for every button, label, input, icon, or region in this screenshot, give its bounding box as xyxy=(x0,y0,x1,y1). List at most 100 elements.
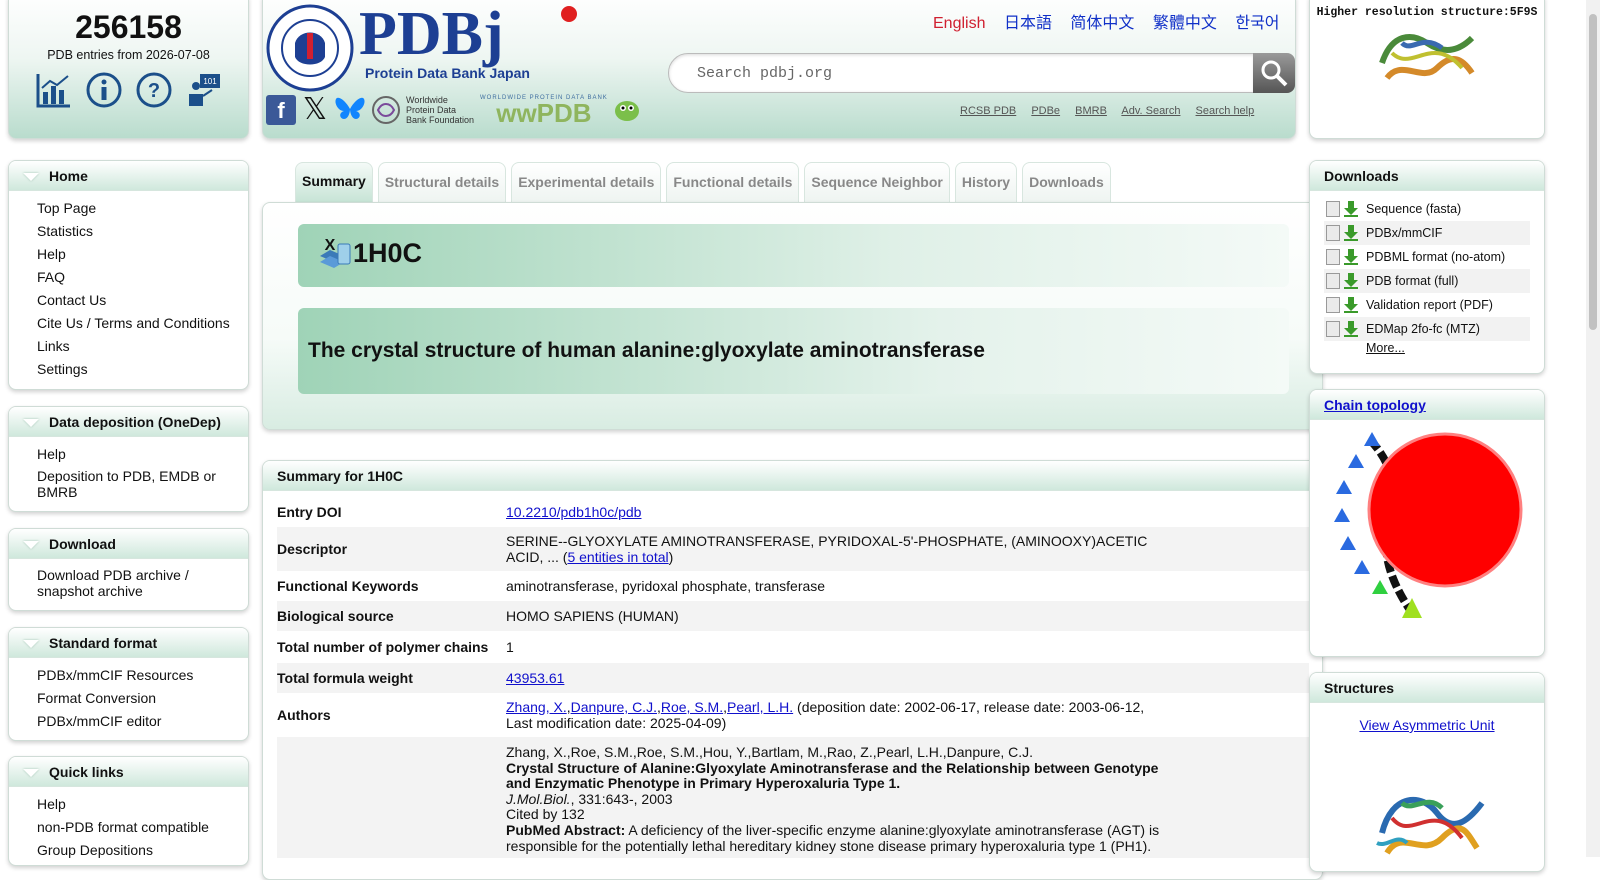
file-preview-icon[interactable] xyxy=(1326,249,1340,265)
collapse-triangle-icon[interactable] xyxy=(23,419,39,428)
link-search-help[interactable]: Search help xyxy=(1196,105,1255,117)
nav-deposition-help[interactable]: Help xyxy=(37,443,248,466)
collapse-triangle-icon[interactable] xyxy=(23,541,39,550)
tab-functional-details[interactable]: Functional details xyxy=(666,162,800,202)
nav-contact-us[interactable]: Contact Us xyxy=(37,289,248,312)
file-preview-icon[interactable] xyxy=(1326,297,1340,313)
author-link[interactable]: Zhang, X. xyxy=(506,699,567,715)
nav-top-page[interactable]: Top Page xyxy=(37,197,248,220)
download-row[interactable]: EDMap 2fo-fc (MTZ) xyxy=(1324,317,1530,341)
statistics-chart-icon[interactable] xyxy=(36,72,72,108)
download-row[interactable]: PDBML format (no-atom) xyxy=(1324,245,1530,269)
nav-download-archive[interactable]: Download PDB archive / snapshot archive xyxy=(37,565,248,601)
entry-doi-link[interactable]: 10.2210/pdb1h0c/pdb xyxy=(506,504,641,520)
help-question-icon[interactable]: ? xyxy=(136,72,172,108)
file-preview-icon[interactable] xyxy=(1326,225,1340,241)
nav-non-pdb-format[interactable]: non-PDB format compatible xyxy=(37,816,248,839)
author-link[interactable]: Roe, S.M. xyxy=(661,699,723,715)
tab-summary[interactable]: Summary xyxy=(295,162,373,202)
download-row[interactable]: Sequence (fasta) xyxy=(1324,197,1530,221)
nav-quick-help[interactable]: Help xyxy=(37,793,248,816)
facebook-icon[interactable]: f xyxy=(266,95,296,125)
nav-home-header[interactable]: Home xyxy=(9,161,248,191)
tab-structural-details[interactable]: Structural details xyxy=(377,162,507,202)
nav-cite-us[interactable]: Cite Us / Terms and Conditions xyxy=(37,312,248,335)
view-asymmetric-unit-link[interactable]: View Asymmetric Unit xyxy=(1359,717,1494,733)
tab-downloads[interactable]: Downloads xyxy=(1022,162,1111,202)
info-icon[interactable] xyxy=(86,72,122,108)
link-rcsb-pdb[interactable]: RCSB PDB xyxy=(960,105,1016,117)
asymmetric-unit-thumbnail[interactable] xyxy=(1362,773,1492,871)
author-link[interactable]: Pearl, L.H. xyxy=(727,699,793,715)
link-bmrb[interactable]: BMRB xyxy=(1075,105,1107,117)
nav-faq[interactable]: FAQ xyxy=(37,266,248,289)
nav-deposition-link[interactable]: Deposition to PDB, EMDB or BMRB xyxy=(37,466,248,502)
author-link[interactable]: Danpure, C.J. xyxy=(571,699,657,715)
nav-mmcif-editor[interactable]: PDBx/mmCIF editor xyxy=(37,710,248,733)
tab-history[interactable]: History xyxy=(954,162,1018,202)
nav-mmcif-resources[interactable]: PDBx/mmCIF Resources xyxy=(37,664,248,687)
download-row[interactable]: PDBx/mmCIF xyxy=(1324,221,1530,245)
wwpdb-foundation-logo[interactable]: Worldwide Protein Data Bank Foundation xyxy=(370,95,476,125)
chain-topology-link[interactable]: Chain topology xyxy=(1324,397,1426,413)
scrollbar-thumb[interactable] xyxy=(1589,14,1597,330)
search-input[interactable]: Search pdbj.org xyxy=(668,53,1255,93)
tab-experimental-details[interactable]: Experimental details xyxy=(511,162,662,202)
nav-group-depositions[interactable]: Group Depositions xyxy=(37,839,248,862)
lang-english[interactable]: English xyxy=(933,15,985,32)
nav-standard-format-header[interactable]: Standard format xyxy=(9,628,248,658)
wwpdb-logo[interactable]: WORLDWIDE PROTEIN DATA BANK wwPDB xyxy=(480,95,608,126)
entities-total-link[interactable]: 5 entities in total xyxy=(567,549,668,565)
download-row[interactable]: Validation report (PDF) xyxy=(1324,293,1530,317)
logo-red-dot xyxy=(561,6,577,22)
nav-format-conversion[interactable]: Format Conversion xyxy=(37,687,248,710)
nav-quick-links-panel: Quick links Help non-PDB format compatib… xyxy=(8,756,249,866)
download-arrow-icon[interactable] xyxy=(1344,201,1358,217)
file-preview-icon[interactable] xyxy=(1326,273,1340,289)
lang-korean[interactable]: 한국어 xyxy=(1235,15,1279,32)
download-arrow-icon[interactable] xyxy=(1344,273,1358,289)
lang-simplified-chinese[interactable]: 简体中文 xyxy=(1070,15,1134,32)
file-preview-icon[interactable] xyxy=(1326,201,1340,217)
collapse-triangle-icon[interactable] xyxy=(23,769,39,778)
structures-panel: Structures View Asymmetric Unit xyxy=(1309,672,1545,872)
tab-sequence-neighbor[interactable]: Sequence Neighbor xyxy=(804,162,950,202)
link-adv-search[interactable]: Adv. Search xyxy=(1121,105,1180,117)
nav-download-header[interactable]: Download xyxy=(9,529,248,559)
structure-thumbnail[interactable] xyxy=(1372,23,1482,93)
higher-resolution-title[interactable]: Higher resolution structure:5F9S xyxy=(1310,6,1544,19)
download-arrow-icon[interactable] xyxy=(1344,321,1358,337)
pdbj-logo[interactable]: PDBj Protein Data Bank Japan xyxy=(359,3,577,81)
download-arrow-icon[interactable] xyxy=(1344,225,1358,241)
link-pdbe[interactable]: PDBe xyxy=(1031,105,1060,117)
nav-deposition-header[interactable]: Data deposition (OneDep) xyxy=(9,407,248,437)
chain-topology-diagram[interactable] xyxy=(1330,430,1530,633)
collapse-triangle-icon[interactable] xyxy=(23,640,39,649)
bluesky-icon[interactable] xyxy=(334,95,366,125)
nav-quick-links-header[interactable]: Quick links xyxy=(9,757,248,787)
nav-links[interactable]: Links xyxy=(37,335,248,358)
downloads-more-link[interactable]: More... xyxy=(1366,341,1405,355)
tutorial-101-icon[interactable]: 101 xyxy=(186,72,222,108)
collapse-triangle-icon[interactable] xyxy=(23,173,39,182)
page-scrollbar[interactable] xyxy=(1586,0,1600,857)
nav-help[interactable]: Help xyxy=(37,243,248,266)
citation-journal: J.Mol.Biol., 331:643-, 2003 xyxy=(506,790,673,807)
download-arrow-icon[interactable] xyxy=(1344,297,1358,313)
download-row[interactable]: PDB format (full) xyxy=(1324,269,1530,293)
lang-traditional-chinese[interactable]: 繁體中文 xyxy=(1153,15,1217,32)
pdbj-seal-logo[interactable] xyxy=(265,3,355,93)
table-row: Biological source HOMO SAPIENS (HUMAN) xyxy=(277,601,1309,631)
formula-weight-link[interactable]: 43953.61 xyxy=(506,670,564,686)
nav-settings[interactable]: Settings xyxy=(37,358,248,381)
summary-header: Summary for 1H0C xyxy=(263,461,1322,491)
search-button[interactable] xyxy=(1253,53,1295,93)
pubmed-abstract: PubMed Abstract: A deficiency of the liv… xyxy=(506,821,1160,854)
download-arrow-icon[interactable] xyxy=(1344,249,1358,265)
nav-statistics[interactable]: Statistics xyxy=(37,220,248,243)
lang-japanese[interactable]: 日本語 xyxy=(1004,15,1052,32)
x-twitter-icon[interactable]: 𝕏 xyxy=(300,95,330,125)
file-preview-icon[interactable] xyxy=(1326,321,1340,337)
structures-header: Structures xyxy=(1310,673,1544,703)
external-links: RCSB PDB PDBe BMRB Adv. Search Search he… xyxy=(960,105,1266,117)
